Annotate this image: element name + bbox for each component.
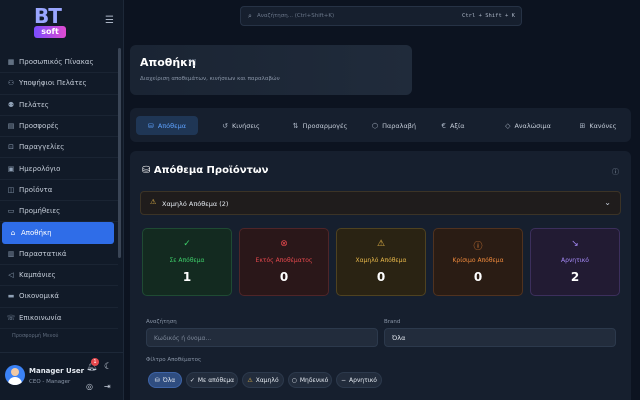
user-settings-icon[interactable]: ◎ [86,382,93,391]
stat-card-negative: ↘ Αρνητικό 2 [530,228,620,296]
euro-icon: € [441,121,446,130]
warehouse-icon: ⌂ [10,229,16,238]
warning-icon: ⚠ [376,239,386,249]
circle-icon: ○ [291,376,297,384]
hamburger-menu-icon[interactable]: ☰ [105,15,114,26]
chevron-down-icon[interactable]: ⌄ [604,198,611,207]
trend-down-icon: ↘ [571,239,579,249]
stock-icon: ⛁ [142,165,154,176]
stat-card-in-stock: ✓ Σε Απόθεμα 1 [142,228,232,296]
adjust-icon: ⇅ [292,121,299,130]
low-stock-label: Χαμηλό Απόθεμα (2) [162,200,229,208]
page-subtitle: Διαχείριση αποθεμάτων, κινήσεων και παρα… [140,76,280,82]
sidebar-item-finance[interactable]: ▬ Οικονομικά [0,286,118,308]
stock-icon: ⛁ [154,376,160,384]
user-name: Manager User [29,367,85,375]
sidebar-item-campaigns[interactable]: ◁ Καμπάνιες [0,265,118,287]
sidebar-nav: ▦ Προσωπικός Πίνακας ⚇ Υποψήφιοι Πελάτες ⚉… [0,52,118,329]
sidebar-item-offers[interactable]: ▤ Προσφορές [0,116,118,138]
brand-select[interactable]: Όλα [384,328,616,347]
tab-receipt[interactable]: ⬡ Παραλαβή [358,116,430,135]
tab-value[interactable]: € Αξία [428,116,478,135]
tab-adjustments[interactable]: ⇅ Προσαρμογές [280,116,360,135]
app-logo[interactable]: BT soft [30,4,74,40]
tab-rules[interactable]: ⊞ Κανόνες [568,116,628,135]
tab-movements[interactable]: ↺ Κινήσεις [210,116,272,135]
book-icon: ⊞ [579,121,586,130]
stat-card-critical-stock: ⓘ Κρίσιμο Απόθεμα 0 [433,228,523,296]
sidebar-scrollbar[interactable] [118,48,121,258]
phone-icon: ☏ [6,313,16,322]
truck-icon: ▭ [7,207,15,216]
logout-icon[interactable]: ⇥ [104,382,111,391]
package-icon: ⬡ [371,121,379,130]
sidebar-item-customers[interactable]: ⚉ Πελάτες [0,95,118,116]
megaphone-icon: ◁ [8,271,14,280]
notification-badge: 1 [91,358,99,366]
stock-icon: ⛁ [147,121,154,130]
page-header: Αποθήκη ?⃝ Διαχείριση αποθεμάτων, κινήσε… [130,45,412,95]
document-icon: ▤ [7,122,15,131]
search-shortcut: Ctrl + Shift + K [462,13,515,19]
sidebar-item-supplies[interactable]: ▭ Προμήθειες [0,201,118,223]
warning-icon: ⚠ [247,376,253,384]
history-icon: ↺ [222,121,228,130]
droplet-icon: ◇ [505,121,511,130]
warehouse-tabs: ⛁ Απόθεμα ↺ Κινήσεις ⇅ Προσαρμογές ⬡ Παραλαβ… [130,108,631,142]
logo-bt: BT [34,4,62,28]
users-icon: ⚉ [7,100,15,109]
minus-icon: − [341,376,347,384]
filter-chip-all[interactable]: ⛁ Όλα [148,372,182,388]
sidebar-item-dashboard[interactable]: ▦ Προσωπικός Πίνακας [0,52,118,74]
box-icon: ◫ [7,185,15,194]
user-role: CEO - Manager [29,379,71,385]
calendar-icon: ▣ [7,164,15,173]
sidebar-item-orders[interactable]: ⊡ Παραγγελίες [0,137,118,159]
stat-card-out-of-stock: ⊗ Εκτός Αποθέματος 0 [239,228,329,296]
sidebar-item-invoices[interactable]: ▥ Παραστατικά [0,244,118,265]
stock-panel: ⛁ Απόθεμα Προϊόντων ⓘ ⚠ Χαμηλό Απόθεμα (… [130,151,631,400]
tab-stock[interactable]: ⛁ Απόθεμα [136,116,198,135]
filter-chip-in-stock[interactable]: ✓ Με απόθεμα [186,372,238,388]
wallet-icon: ▬ [7,292,15,301]
sidebar-item-leads[interactable]: ⚇ Υποψήφιοι Πελάτες [0,73,118,95]
logo-soft: soft [34,26,66,38]
tab-consumables[interactable]: ◇ Αναλώσιμα [492,116,564,135]
dashboard-icon: ▦ [7,58,15,67]
panel-title: ⛁ Απόθεμα Προϊόντων [142,165,269,176]
search-bar[interactable]: ⌕ Αναζήτηση... (Ctrl+Shift+K) Ctrl + Shi… [240,6,522,26]
sidebar-footer-text[interactable]: Προσφορμή Μενού [12,333,58,339]
search-icon: ⌕ [248,12,252,20]
stock-filter-label: Φίλτρο Αποθέματος [146,357,202,363]
sidebar: BT soft ☰ ▦ Προσωπικός Πίνακας ⚇ Υποψήφιοι… [0,0,124,400]
cart-icon: ⊡ [8,143,14,152]
info-icon[interactable]: ⓘ [612,167,619,177]
alert-circle-icon: ⓘ [473,242,483,252]
low-stock-accordion[interactable]: ⚠ Χαμηλό Απόθεμα (2) ⌄ [140,191,621,215]
search-field-label: Αναζήτηση [146,319,177,325]
warning-icon: ⚠ [150,198,157,206]
help-icon[interactable]: ?⃝ [188,58,196,66]
check-icon: ✓ [189,376,195,384]
sidebar-item-warehouse[interactable]: ⌂ Αποθήκη [2,222,114,244]
check-circle-icon: ✓ [183,239,191,249]
stat-card-low-stock: ⚠ Χαμηλό Απόθεμα 0 [336,228,426,296]
filter-chip-zero[interactable]: ○ Μηδενικό [288,372,332,388]
x-circle-icon: ⊗ [280,239,288,249]
moon-icon[interactable]: ☾ [104,362,112,372]
filter-chip-negative[interactable]: − Αρνητικό [336,372,382,388]
user-plus-icon: ⚇ [7,79,15,88]
sidebar-item-calendar[interactable]: ▣ Ημερολόγιο [0,158,118,180]
sidebar-item-products[interactable]: ◫ Προϊόντα [0,180,118,202]
brand-field-label: Brand [384,319,401,325]
product-search-input[interactable]: Κωδικός ή όνομα... [146,328,378,347]
filter-chip-low[interactable]: ⚠ Χαμηλό [242,372,284,388]
avatar[interactable] [5,365,25,385]
invoice-icon: ▥ [7,249,15,258]
user-panel: Manager User CEO - Manager 🔔︎ 1 ☾ ◎ ⇥ [0,352,124,400]
search-placeholder: Αναζήτηση... (Ctrl+Shift+K) [257,13,335,19]
sidebar-item-communication[interactable]: ☏ Επικοινωνία [0,308,118,329]
